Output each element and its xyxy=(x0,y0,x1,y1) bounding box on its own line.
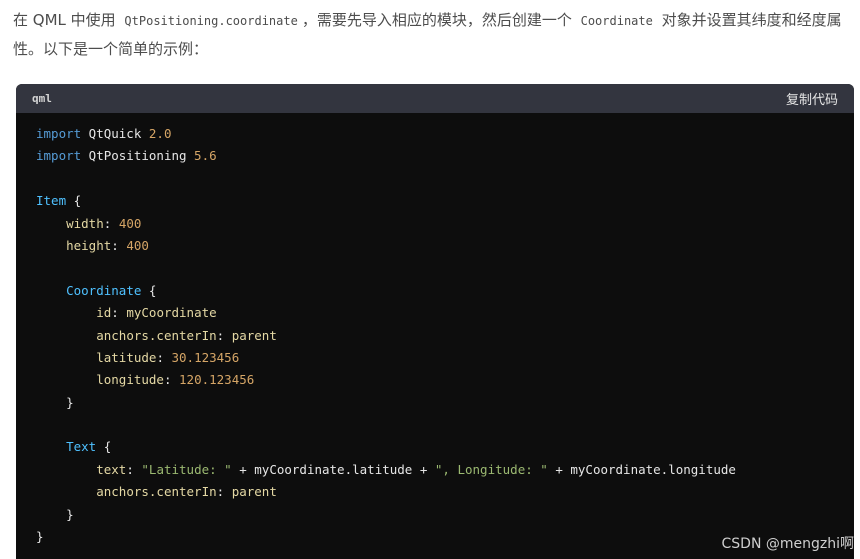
code-token-brace: { xyxy=(96,439,112,455)
code-token-version: 5.6 xyxy=(194,148,217,164)
code-line-15: Text { xyxy=(36,436,854,458)
code-token-colon: : xyxy=(216,327,232,343)
code-token-identifier: parent xyxy=(231,327,277,343)
code-token-number: 400 xyxy=(118,215,142,231)
code-token-identifier: myCoordinate xyxy=(126,305,217,321)
code-token-keyword: import xyxy=(36,148,82,164)
code-header: qml 复制代码 xyxy=(16,84,854,113)
code-token-property: longitude xyxy=(96,372,164,388)
csdn-watermark: CSDN @mengzhi啊 xyxy=(721,536,855,552)
code-token-brace: } xyxy=(66,506,74,522)
code-line-17: anchors.centerIn: parent xyxy=(36,481,854,503)
copy-code-button[interactable]: 复制代码 xyxy=(786,89,838,108)
code-line-1: import QtQuick 2.0 xyxy=(36,123,854,145)
code-line-10: anchors.centerIn: parent xyxy=(36,325,854,347)
code-token-expression: + myCoordinate.longitude xyxy=(547,461,736,477)
code-token-brace: } xyxy=(36,529,44,545)
code-token-version: 2.0 xyxy=(148,126,172,141)
code-token-colon: : xyxy=(126,461,142,477)
code-token-colon: : xyxy=(156,349,172,365)
code-token-property: text xyxy=(96,461,127,477)
code-token-type: Coordinate xyxy=(66,282,142,298)
code-line-5: width: 400 xyxy=(36,213,854,235)
code-language-label: qml xyxy=(32,92,52,105)
inline-code-qtpositioning: QtPositioning.coordinate xyxy=(124,14,298,28)
code-line-6: height: 400 xyxy=(36,235,854,257)
code-token-module: QtQuick xyxy=(81,126,149,141)
code-token-keyword: import xyxy=(36,126,82,141)
code-line-16: text: "Latitude: " + myCoordinate.latitu… xyxy=(36,459,854,481)
intro-paragraph: 在 QML 中使用 QtPositioning.coordinate ，需要先导入… xyxy=(13,6,858,63)
code-token-identifier: parent xyxy=(231,484,277,500)
code-token-colon: : xyxy=(111,237,127,253)
intro-text-2: ，需要先导入相应的模块，然后创建一个 xyxy=(301,11,577,29)
code-token-colon: : xyxy=(103,215,119,231)
intro-text-1: 在 QML 中使用 xyxy=(13,11,121,29)
code-line-8: Coordinate { xyxy=(36,280,854,302)
code-token-string: ", Longitude: " xyxy=(434,461,548,477)
code-line-12: longitude: 120.123456 xyxy=(36,369,854,391)
code-token-property: id xyxy=(96,305,112,321)
code-line-18: } xyxy=(36,504,854,526)
code-line-2: import QtPositioning 5.6 xyxy=(36,145,854,167)
code-token-colon: : xyxy=(163,372,180,388)
code-token-property: anchors.centerIn xyxy=(96,484,217,500)
code-line-13: } xyxy=(36,392,854,414)
inline-code-coordinate: Coordinate xyxy=(580,14,653,28)
code-token-expression: + myCoordinate.latitude + xyxy=(231,461,435,477)
code-token-property: width xyxy=(66,215,104,231)
code-token-type: Text xyxy=(66,439,97,455)
code-token-number: 120.123456 xyxy=(179,372,255,388)
code-token-string: "Latitude: " xyxy=(141,461,232,477)
code-line-11: latitude: 30.123456 xyxy=(36,347,854,369)
code-body[interactable]: import QtQuick 2.0 import QtPositioning 5… xyxy=(16,113,854,548)
code-token-brace: { xyxy=(141,282,157,298)
code-token-module: QtPositioning xyxy=(81,148,195,164)
code-token-number: 400 xyxy=(126,237,149,253)
code-token-property: anchors.centerIn xyxy=(96,327,217,343)
code-token-type: Item xyxy=(36,193,67,209)
code-block[interactable]: qml 复制代码 import QtQuick 2.0 import QtPosi… xyxy=(16,84,854,559)
code-line-4: Item { xyxy=(36,190,854,212)
code-line-9: id: myCoordinate xyxy=(36,302,854,324)
code-token-property: height xyxy=(66,237,112,253)
code-token-brace: } xyxy=(66,394,74,410)
code-token-property: latitude xyxy=(96,349,157,365)
code-token-colon: : xyxy=(216,484,232,500)
code-token-brace: { xyxy=(66,193,82,209)
code-token-number: 30.123456 xyxy=(171,349,240,365)
code-token-colon: : xyxy=(111,305,127,321)
